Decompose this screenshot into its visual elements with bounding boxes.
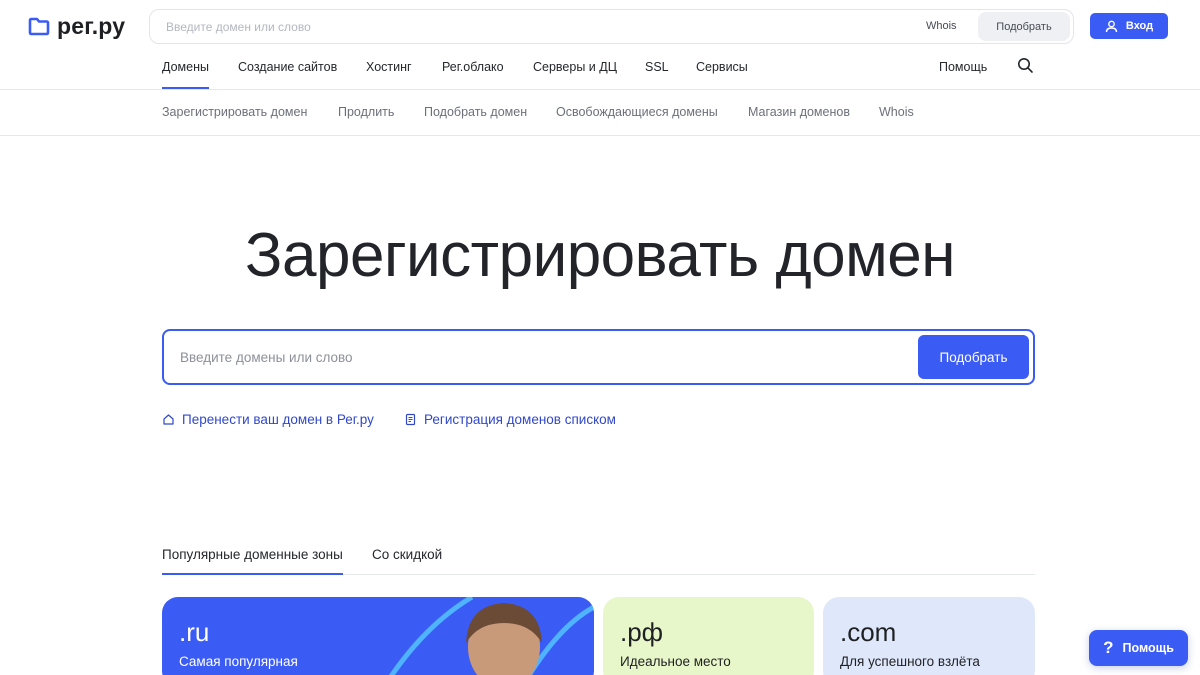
logo-text: рег.ру [57, 12, 126, 39]
zone-tabs: Популярные доменные зоны Со скидкой [162, 546, 1035, 575]
search-icon[interactable] [1017, 57, 1034, 74]
subnav-item-register[interactable]: Зарегистрировать домен [162, 105, 307, 119]
user-icon [1105, 20, 1118, 32]
top-search-bar: Whois Подобрать [149, 9, 1074, 44]
transfer-domain-label: Перенести ваш домен в Рег.ру [182, 412, 374, 427]
zone-card-com-zone: .com [840, 617, 897, 647]
document-icon [405, 413, 416, 426]
hero-pick-button[interactable]: Подобрать [918, 335, 1029, 379]
zone-card-rf-desc: Идеальное место [620, 654, 731, 669]
folder-logo-icon [28, 17, 50, 35]
question-icon: ? [1103, 638, 1114, 657]
subnav-item-expiring[interactable]: Освобождающиеся домены [556, 105, 718, 119]
zone-card-com[interactable]: .com Для успешного взлёта [823, 597, 1035, 675]
zone-card-ru[interactable]: .ru Самая популярная [162, 597, 594, 675]
sub-nav: Зарегистрировать домен Продлить Подобрат… [0, 90, 1200, 136]
nav-item-cloud[interactable]: Рег.облако [442, 60, 504, 74]
floating-help-button[interactable]: ? Помощь [1089, 630, 1188, 666]
zone-card-com-desc: Для успешного взлёта [840, 654, 980, 669]
top-bar: рег.ру Whois Подобрать Вход [0, 0, 1200, 52]
logo[interactable]: рег.ру [28, 13, 125, 39]
home-icon [163, 414, 174, 425]
nav-item-domains[interactable]: Домены [162, 60, 209, 89]
subnav-item-pick[interactable]: Подобрать домен [424, 105, 527, 119]
subnav-item-shop[interactable]: Магазин доменов [748, 105, 850, 119]
page-title: Зарегистрировать домен [245, 221, 955, 290]
tab-popular-zones[interactable]: Популярные доменные зоны [162, 547, 343, 575]
zone-card-rf-zone: .рф [620, 617, 664, 647]
login-button[interactable]: Вход [1090, 13, 1168, 39]
nav-help-link[interactable]: Помощь [939, 60, 987, 74]
nav-item-servers[interactable]: Серверы и ДЦ [533, 60, 617, 74]
top-search-input[interactable] [166, 18, 866, 36]
hero-search-bar: Подобрать [162, 329, 1035, 385]
nav-item-hosting[interactable]: Хостинг [366, 60, 412, 74]
nav-item-site-builder[interactable]: Создание сайтов [238, 60, 337, 74]
nav-item-ssl[interactable]: SSL [645, 60, 669, 74]
transfer-domain-link[interactable]: Перенести ваш домен в Рег.ру [162, 412, 374, 427]
floating-help-label: Помощь [1122, 641, 1174, 655]
zone-card-ru-desc: Самая популярная [179, 654, 298, 669]
tab-discounted[interactable]: Со скидкой [372, 547, 442, 562]
zone-card-rf[interactable]: .рф Идеальное место [603, 597, 814, 675]
subnav-item-renew[interactable]: Продлить [338, 105, 394, 119]
nav-item-services[interactable]: Сервисы [696, 60, 748, 74]
hero-search-input[interactable] [180, 347, 880, 367]
bulk-registration-link[interactable]: Регистрация доменов списком [404, 412, 616, 427]
login-label: Вход [1125, 20, 1154, 32]
top-whois-link[interactable]: Whois [926, 20, 957, 32]
bulk-registration-label: Регистрация доменов списком [424, 412, 616, 427]
main-nav: Домены Создание сайтов Хостинг Рег.облак… [0, 52, 1200, 90]
zone-card-ru-zone: .ru [179, 617, 210, 647]
top-pick-button[interactable]: Подобрать [978, 12, 1070, 41]
subnav-item-whois[interactable]: Whois [879, 105, 914, 119]
